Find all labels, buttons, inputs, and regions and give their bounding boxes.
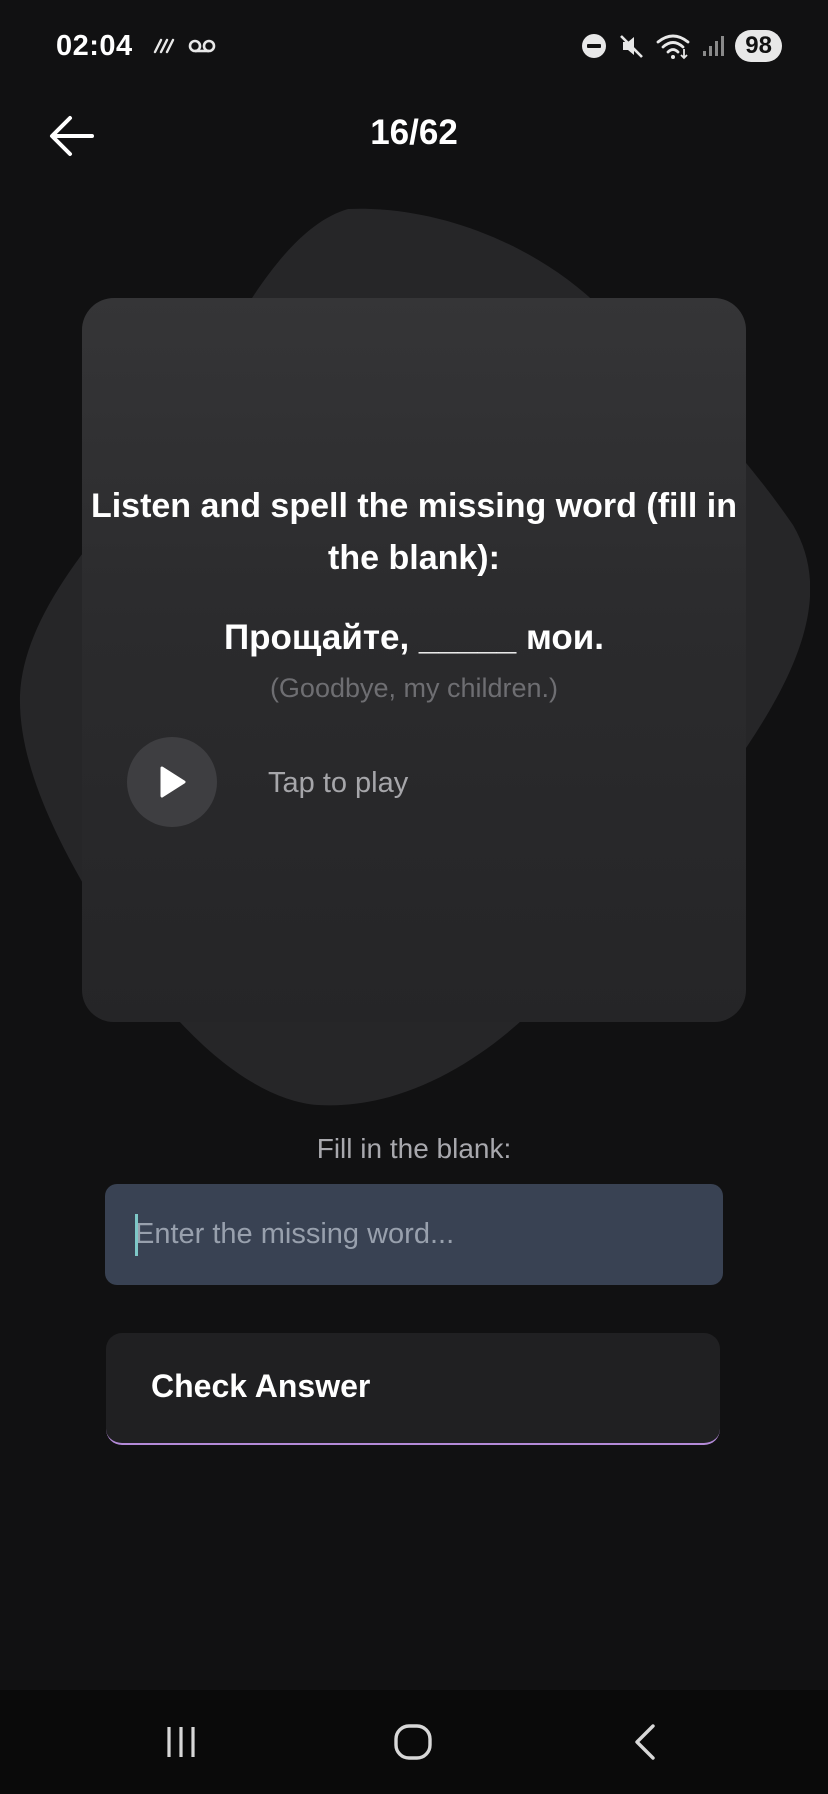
text-caret — [135, 1214, 138, 1256]
signal-icon — [703, 36, 725, 56]
mute-icon — [620, 35, 644, 58]
data-saver-icon — [153, 38, 175, 54]
instruction-text: Listen and spell the missing word (fill … — [90, 487, 738, 577]
status-time: 02:04 — [56, 30, 133, 62]
play-icon — [160, 766, 186, 798]
status-bar: 02:04 98 — [0, 0, 828, 100]
battery-badge: 98 — [735, 30, 782, 62]
voicemail-icon — [188, 39, 216, 53]
dnd-icon — [582, 34, 607, 58]
recents-icon — [167, 1727, 195, 1757]
status-left-icons — [152, 36, 216, 56]
answer-input[interactable] — [105, 1184, 723, 1285]
translation-text: (Goodbye, my children.) — [269, 673, 559, 703]
home-button[interactable] — [353, 1690, 473, 1794]
system-back-button[interactable] — [585, 1690, 705, 1794]
sentence-text: Прощайте, _____ мои. — [223, 618, 604, 657]
wifi-icon — [656, 34, 690, 60]
navigation-bar — [0, 1690, 828, 1794]
recents-button[interactable] — [121, 1690, 241, 1794]
play-button[interactable] — [127, 737, 217, 827]
exercise-card: Listen and spell the missing word (fill … — [82, 298, 746, 1022]
home-icon — [394, 1724, 432, 1760]
status-right-icons: 98 — [581, 30, 782, 62]
progress-counter: 16/62 — [370, 113, 458, 152]
back-icon — [635, 1724, 655, 1760]
fill-blank-label: Fill in the blank: — [316, 1133, 512, 1164]
tap-to-play-label: Tap to play — [268, 767, 409, 799]
check-answer-button[interactable]: Check Answer — [106, 1333, 720, 1445]
